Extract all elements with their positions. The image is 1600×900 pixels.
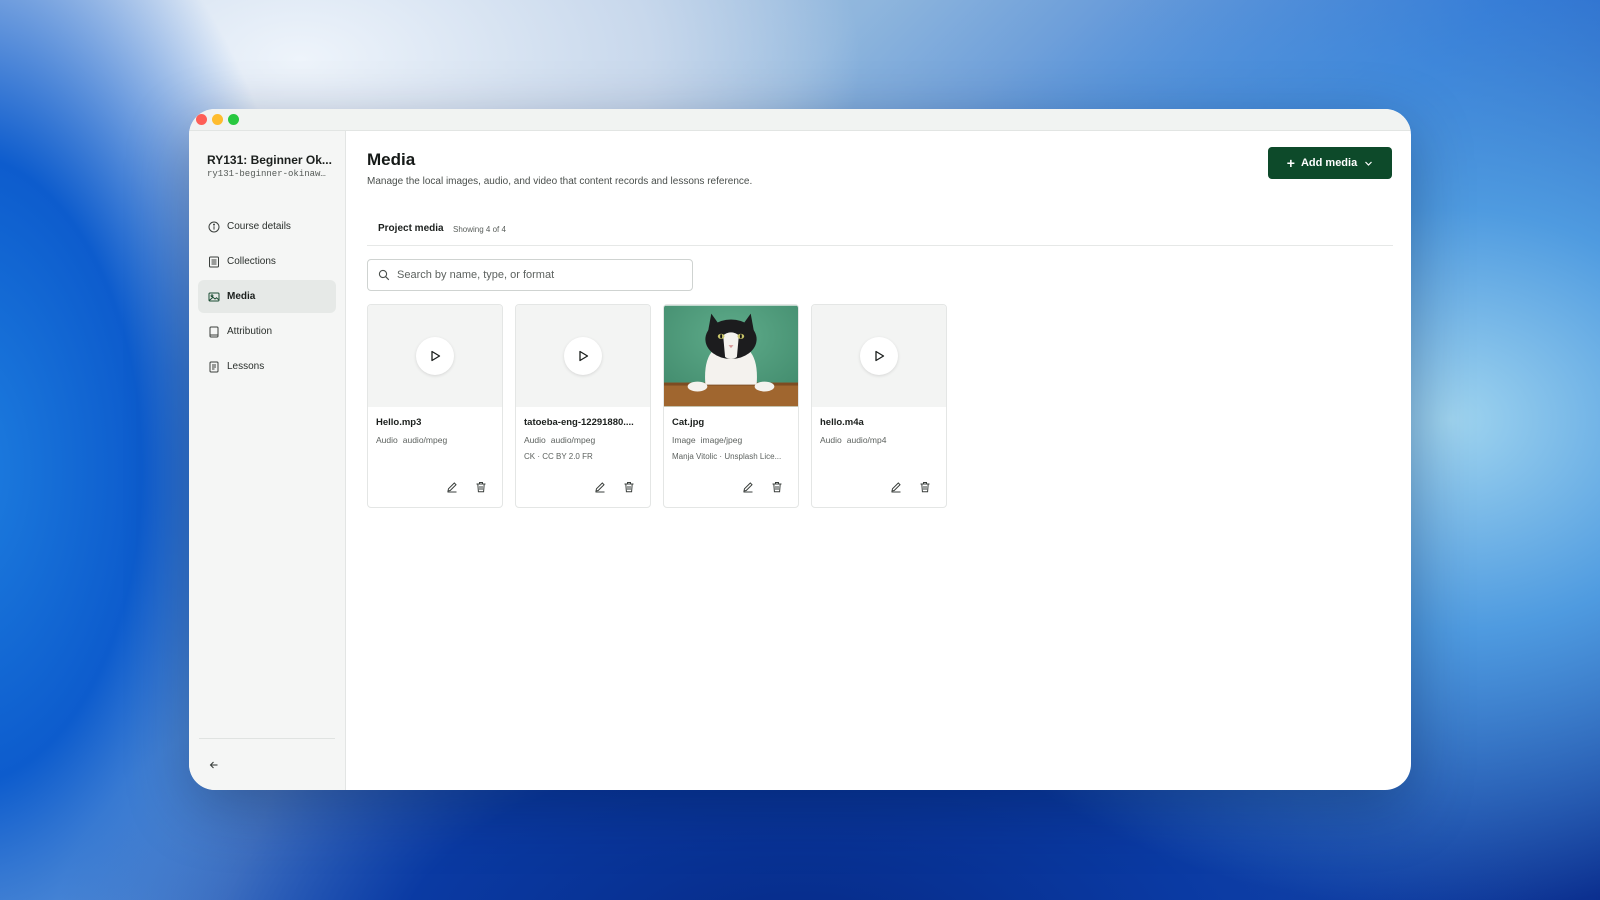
course-title: RY131: Beginner Ok...	[207, 153, 332, 167]
delete-button[interactable]	[770, 480, 784, 494]
search-input[interactable]	[397, 269, 677, 281]
play-button[interactable]	[860, 337, 898, 375]
media-grid: Hello.mp3 Audio audio/mpeg tatoeba-eng-1…	[367, 304, 947, 508]
page-title: Media	[367, 150, 416, 169]
search-icon	[378, 269, 390, 281]
list-icon	[209, 256, 219, 267]
sidebar-item-attribution[interactable]: Attribution	[198, 315, 336, 348]
media-name: Cat.jpg	[672, 417, 705, 428]
media-name: Hello.mp3	[376, 417, 422, 428]
course-slug: ry131-beginner-okinaw…	[207, 169, 326, 179]
cat-image	[664, 305, 798, 407]
media-count: Showing 4 of 4	[453, 225, 506, 234]
edit-button[interactable]	[593, 480, 607, 494]
sidebar-item-label: Attribution	[227, 326, 273, 337]
media-mime: audio/mpeg	[402, 435, 448, 445]
media-name: tatoeba-eng-12291880....	[524, 417, 634, 428]
media-attribution: CK · CC BY 2.0 FR	[524, 452, 593, 461]
sidebar-item-collections[interactable]: Collections	[198, 245, 336, 278]
play-icon	[431, 350, 441, 362]
search-box	[367, 259, 693, 291]
sidebar-item-label: Media	[227, 291, 256, 302]
minimize-window-button[interactable]	[212, 114, 223, 125]
play-icon	[579, 350, 589, 362]
media-kind: Audio	[820, 435, 842, 445]
tabs-row: Project media Showing 4 of 4	[367, 216, 1393, 246]
media-meta: Audio audio/mp4	[820, 435, 886, 445]
plus-icon: +	[1286, 155, 1295, 171]
media-thumbnail	[812, 305, 946, 407]
pencil-icon	[891, 482, 901, 493]
sidebar-item-course-details[interactable]: Course details	[198, 210, 336, 243]
arrow-left-icon	[209, 761, 218, 769]
title-bar	[189, 109, 1411, 131]
document-icon	[209, 361, 219, 372]
media-actions	[889, 480, 932, 494]
sidebar-item-label: Lessons	[227, 361, 265, 372]
add-media-label: Add media	[1300, 157, 1358, 169]
delete-button[interactable]	[474, 480, 488, 494]
book-icon	[209, 326, 219, 337]
collapse-sidebar-button[interactable]	[206, 757, 222, 773]
chevron-down-icon	[1365, 161, 1373, 166]
trash-icon	[476, 482, 486, 493]
sidebar-item-label: Collections	[227, 256, 276, 267]
pencil-icon	[447, 482, 457, 493]
media-meta: Audio audio/mpeg	[524, 435, 595, 445]
trash-icon	[920, 482, 930, 493]
image-icon	[208, 292, 220, 301]
tab-project-media[interactable]: Project media	[378, 223, 444, 234]
media-card[interactable]: Hello.mp3 Audio audio/mpeg	[367, 304, 503, 508]
media-card[interactable]: tatoeba-eng-12291880.... Audio audio/mpeg…	[515, 304, 651, 508]
add-media-button[interactable]: + Add media	[1268, 147, 1392, 179]
media-kind: Image	[672, 435, 696, 445]
media-thumbnail	[368, 305, 502, 407]
sidebar-nav: Course details Collections Media Attribu…	[198, 210, 336, 385]
delete-button[interactable]	[622, 480, 636, 494]
trash-icon	[772, 482, 782, 493]
app-window: RY131: Beginner Ok... ry131-beginner-oki…	[189, 109, 1411, 790]
media-name: hello.m4a	[820, 417, 864, 428]
media-mime: audio/mpeg	[550, 435, 596, 445]
media-thumbnail	[664, 305, 798, 407]
info-icon	[208, 221, 220, 232]
media-mime: image/jpeg	[700, 435, 743, 445]
close-window-button[interactable]	[196, 114, 207, 125]
sidebar-item-media[interactable]: Media	[198, 280, 336, 313]
trash-icon	[624, 482, 634, 493]
sidebar: RY131: Beginner Ok... ry131-beginner-oki…	[189, 131, 346, 790]
page-description: Manage the local images, audio, and vide…	[367, 176, 753, 187]
media-attribution: Manja Vitolic · Unsplash Lice...	[672, 452, 782, 461]
media-card[interactable]: hello.m4a Audio audio/mp4	[811, 304, 947, 508]
media-mime: audio/mp4	[846, 435, 887, 445]
delete-button[interactable]	[918, 480, 932, 494]
media-kind: Audio	[376, 435, 398, 445]
media-actions	[593, 480, 636, 494]
play-icon	[875, 350, 885, 362]
play-button[interactable]	[416, 337, 454, 375]
media-thumbnail	[516, 305, 650, 407]
zoom-window-button[interactable]	[228, 114, 239, 125]
edit-button[interactable]	[445, 480, 459, 494]
edit-button[interactable]	[889, 480, 903, 494]
media-meta: Audio audio/mpeg	[376, 435, 447, 445]
pencil-icon	[595, 482, 605, 493]
pencil-icon	[743, 482, 753, 493]
media-actions	[741, 480, 784, 494]
edit-button[interactable]	[741, 480, 755, 494]
media-kind: Audio	[524, 435, 546, 445]
media-card[interactable]: Cat.jpg Image image/jpeg Manja Vitolic · …	[663, 304, 799, 508]
play-button[interactable]	[564, 337, 602, 375]
media-meta: Image image/jpeg	[672, 435, 742, 445]
sidebar-item-label: Course details	[227, 221, 291, 232]
sidebar-item-lessons[interactable]: Lessons	[198, 350, 336, 383]
media-actions	[445, 480, 488, 494]
main-content: Media Manage the local images, audio, an…	[347, 131, 1411, 790]
sidebar-divider	[199, 738, 335, 739]
